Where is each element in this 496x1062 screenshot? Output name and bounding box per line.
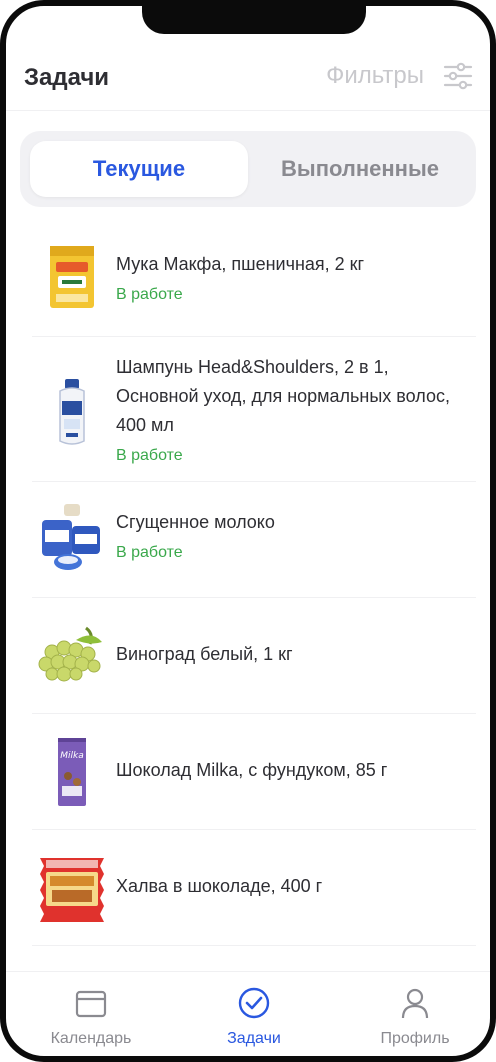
item-name: Сгущенное молоко: [116, 512, 275, 532]
calendar-icon: [75, 990, 107, 1018]
check-circle-icon: [238, 987, 270, 1019]
notch: [142, 6, 366, 34]
bottom-nav: Календарь Задачи Профиль: [6, 974, 490, 1056]
list-item[interactable]: Виноград белый, 1 кг: [32, 598, 476, 714]
item-status: В работе: [116, 286, 183, 303]
item-name: Виноград белый, 1 кг: [116, 644, 293, 664]
item-name: Халва в шоколаде, 400 г: [116, 876, 323, 896]
list-item[interactable]: Сгущенное молоко В работе: [32, 482, 476, 598]
tab-current[interactable]: Текущие: [30, 141, 248, 197]
phone-frame: Задачи Фильтры Текущие Выполненные Мука …: [0, 0, 496, 1062]
item-name: Мука Макфа, пшеничная, 2 кг: [116, 254, 365, 274]
header-divider: [6, 110, 490, 111]
nav-tasks-label: Задачи: [227, 1030, 281, 1047]
shampoo-bottle-icon: [59, 379, 85, 445]
grapes-icon: [38, 626, 102, 682]
task-list: Мука Макфа, пшеничная, 2 кг В работе Шам…: [32, 224, 476, 946]
halva-pack-icon: [40, 858, 104, 922]
nav-calendar-label: Календарь: [50, 1030, 132, 1047]
item-name: Шампунь Head&Shoulders, 2 в 1, Основной …: [116, 357, 450, 435]
nav-divider: [6, 971, 490, 972]
tab-completed[interactable]: Выполненные: [254, 141, 466, 197]
flour-bag-icon: [50, 246, 94, 308]
item-status: В работе: [116, 544, 183, 561]
page-title: Задачи: [24, 64, 110, 91]
header: Задачи Фильтры: [6, 46, 490, 110]
nav-tasks[interactable]: Задачи: [179, 986, 329, 1048]
user-icon: [401, 988, 429, 1019]
list-item[interactable]: Халва в шоколаде, 400 г: [32, 830, 476, 946]
list-item[interactable]: Шампунь Head&Shoulders, 2 в 1, Основной …: [32, 337, 476, 482]
item-status: В работе: [116, 447, 183, 464]
nav-calendar[interactable]: Календарь: [16, 986, 166, 1048]
svg-text:Milka: Milka: [60, 751, 84, 761]
item-name: Шоколад Milka, с фундуком, 85 г: [116, 760, 388, 780]
chocolate-bar-icon: Milka: [58, 738, 86, 806]
status-segmented-control: Текущие Выполненные: [20, 131, 476, 207]
nav-profile[interactable]: Профиль: [340, 986, 490, 1048]
condensed-milk-icon: [42, 504, 100, 570]
filters-button[interactable]: Фильтры: [326, 62, 424, 90]
list-item[interactable]: Мука Макфа, пшеничная, 2 кг В работе: [32, 224, 476, 337]
nav-profile-label: Профиль: [380, 1030, 450, 1047]
list-item[interactable]: Milka Шоколад Milka, с фундуком, 85 г: [32, 714, 476, 830]
filter-sliders-icon[interactable]: [442, 60, 474, 92]
